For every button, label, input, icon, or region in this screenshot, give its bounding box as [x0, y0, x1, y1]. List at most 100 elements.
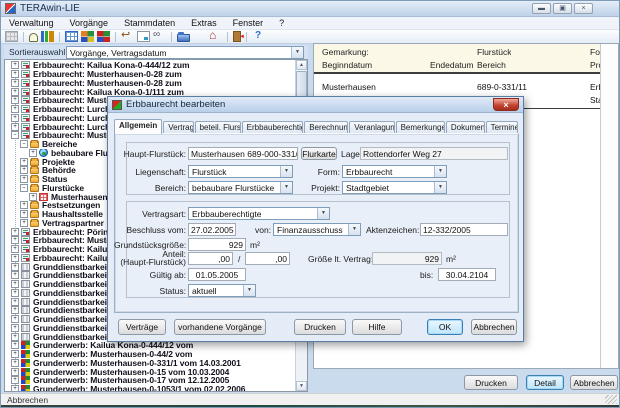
close-button[interactable]: ×: [574, 3, 593, 14]
expander-icon[interactable]: +: [11, 298, 19, 306]
projekt-combobox[interactable]: Stadtgebiet▼: [342, 181, 447, 194]
tree-item[interactable]: +Grunderwerb: Musterhausen-0-44/2 vom: [5, 350, 294, 359]
expander-icon[interactable]: +: [11, 376, 19, 384]
exit-icon[interactable]: [233, 31, 241, 42]
scroll-up-icon[interactable]: ▲: [296, 60, 307, 70]
bell-icon[interactable]: [29, 33, 38, 42]
expander-icon[interactable]: +: [11, 70, 19, 78]
vertraege-button[interactable]: Verträge: [118, 319, 166, 335]
expander-icon[interactable]: +: [11, 88, 19, 96]
bereich-combobox[interactable]: bebaubare Flurstücke▼: [188, 181, 293, 194]
expander-icon[interactable]: +: [11, 368, 19, 376]
gueltig-ab-field[interactable]: 01.05.2005: [188, 268, 246, 281]
chevron-down-icon[interactable]: ▼: [280, 182, 292, 193]
dialog-close-icon[interactable]: ×: [493, 98, 519, 111]
grid-icon[interactable]: [65, 31, 78, 42]
grundstuecksgroesse-field[interactable]: 929: [188, 238, 246, 251]
tree-item[interactable]: +Erbbaurecht: Musterhausen-0-28 zum: [5, 79, 294, 88]
chevron-down-icon[interactable]: ▼: [317, 208, 329, 219]
sorter-combobox[interactable]: Vorgänge, Vertragsdatum ▼: [66, 46, 304, 59]
expander-icon[interactable]: +: [20, 175, 28, 183]
chevron-down-icon[interactable]: ▼: [434, 166, 446, 177]
tree-item[interactable]: +Grunderwerb: Musterhausen-0-1053/1 vom …: [5, 385, 294, 391]
expander-icon[interactable]: +: [11, 324, 19, 332]
expander-icon[interactable]: +: [11, 114, 19, 122]
bis-field[interactable]: 30.04.2104: [438, 268, 496, 281]
expander-icon[interactable]: +: [20, 158, 28, 166]
expander-icon[interactable]: +: [11, 359, 19, 367]
page-icon[interactable]: [137, 31, 150, 42]
expander-icon[interactable]: +: [11, 350, 19, 358]
expander-icon[interactable]: +: [11, 236, 19, 244]
table-icon[interactable]: [5, 31, 18, 42]
expander-icon[interactable]: +: [11, 123, 19, 131]
expander-icon[interactable]: +: [29, 149, 37, 157]
expander-icon[interactable]: +: [11, 263, 19, 271]
status-combobox[interactable]: aktuell▼: [188, 284, 256, 297]
vertragsart-combobox[interactable]: Erbbauberechtigte▼: [188, 207, 330, 220]
abbrechen-button[interactable]: Abbrechen: [471, 319, 517, 335]
flurkarte-button[interactable]: Flurkarte: [301, 147, 337, 160]
menu-item[interactable]: Fenster: [225, 18, 272, 28]
menu-item[interactable]: Vorgänge: [62, 18, 117, 28]
expander-icon[interactable]: +: [11, 289, 19, 297]
tab-allgemein[interactable]: Allgemein: [114, 119, 162, 134]
menu-item[interactable]: Stammdaten: [116, 18, 183, 28]
footer-abbrechen-button[interactable]: Abbrechen: [570, 375, 618, 390]
caret-down-icon[interactable]: [193, 31, 206, 42]
vorhandene-vorgaenge-button[interactable]: vorhandene Vorgänge: [174, 319, 266, 335]
minimize-button[interactable]: ▬: [532, 3, 551, 14]
chevron-down-icon[interactable]: ▼: [348, 224, 360, 235]
expander-icon[interactable]: +: [11, 385, 19, 391]
expander-icon[interactable]: +: [11, 79, 19, 87]
expander-icon[interactable]: +: [11, 333, 19, 341]
expander-icon[interactable]: +: [20, 201, 28, 209]
hilfe-button[interactable]: Hilfe: [352, 319, 402, 335]
expander-icon[interactable]: +: [11, 341, 19, 349]
tree-item[interactable]: +Erbbaurecht: Kailua Kona-0-444/12 zum: [5, 61, 294, 70]
liegenschaft-combobox[interactable]: Flurstück▼: [188, 165, 293, 178]
tree-item[interactable]: +Grunderwerb: Musterhausen-0-331/1 vom 1…: [5, 359, 294, 368]
form-combobox[interactable]: Erbbaurecht▼: [342, 165, 447, 178]
aktenzeichen-field[interactable]: 12-332/2005: [420, 223, 508, 236]
drucken-button[interactable]: Drucken: [294, 319, 346, 335]
beschluss-vom-field[interactable]: 27.02.2005: [188, 223, 236, 236]
expander-icon[interactable]: +: [11, 105, 19, 113]
chevron-down-icon[interactable]: ▼: [280, 166, 292, 177]
expander-icon[interactable]: +: [11, 280, 19, 288]
expander-icon[interactable]: –: [20, 140, 28, 148]
expander-icon[interactable]: +: [11, 315, 19, 323]
folders-icon[interactable]: [177, 34, 190, 42]
footer-drucken-button[interactable]: Drucken: [464, 375, 518, 390]
link-icon[interactable]: [153, 31, 166, 42]
menu-item[interactable]: Verwaltung: [1, 18, 62, 28]
resize-grip[interactable]: [605, 395, 617, 404]
blocks-orange-icon[interactable]: [81, 31, 94, 42]
von-combobox[interactable]: Finanzausschuss▼: [273, 223, 361, 236]
tree-item[interactable]: +Grunderwerb: Kailua Kona-0-444/12 vom: [5, 341, 294, 350]
expander-icon[interactable]: +: [11, 271, 19, 279]
expander-icon[interactable]: +: [20, 219, 28, 227]
expander-icon[interactable]: +: [11, 96, 19, 104]
anteil-field-1[interactable]: ,00: [188, 252, 233, 265]
chevron-down-icon[interactable]: ▼: [291, 47, 303, 58]
menu-item[interactable]: ?: [271, 18, 292, 28]
undo-icon[interactable]: [121, 31, 134, 42]
expander-icon[interactable]: +: [29, 193, 37, 201]
list-scrollbar[interactable]: [600, 44, 618, 368]
hierarchy-icon[interactable]: [41, 31, 54, 42]
chevron-down-icon[interactable]: ▼: [434, 182, 446, 193]
expander-icon[interactable]: +: [11, 228, 19, 236]
ok-button[interactable]: OK: [427, 319, 463, 335]
tree-item[interactable]: +Erbbaurecht: Musterhausen-0-28 zum: [5, 70, 294, 79]
expander-icon[interactable]: –: [20, 184, 28, 192]
help-icon[interactable]: [252, 31, 265, 42]
scroll-down-icon[interactable]: ▼: [296, 381, 307, 391]
maximize-button[interactable]: ▣: [553, 3, 572, 14]
expander-icon[interactable]: +: [20, 210, 28, 218]
expander-icon[interactable]: –: [11, 131, 19, 139]
home-icon[interactable]: [209, 31, 222, 42]
expander-icon[interactable]: +: [11, 306, 19, 314]
tree-item[interactable]: +Grunderwerb: Musterhausen-0-15 vom 10.0…: [5, 367, 294, 376]
chevron-down-icon[interactable]: ▼: [243, 285, 255, 296]
